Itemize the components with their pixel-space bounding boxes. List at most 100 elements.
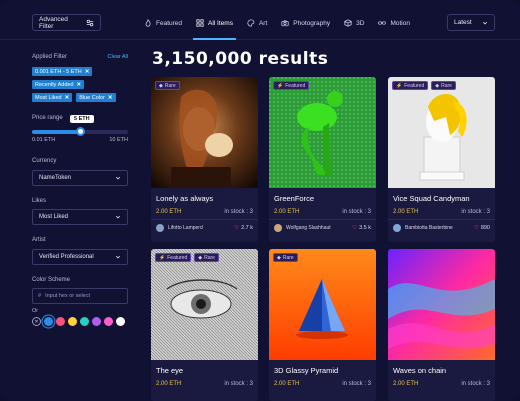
advanced-filter-label: Advanced Filter xyxy=(39,15,68,30)
or-label: Or xyxy=(32,308,39,314)
badge-group: ⚡ Featured xyxy=(273,81,310,90)
chevron-down-icon xyxy=(482,21,488,24)
filter-chip[interactable]: 0.001 ETH - 5 ETH ✕ xyxy=(32,67,93,76)
card-divider xyxy=(269,219,376,220)
tab-3d-label: 3D xyxy=(356,19,365,27)
app-frame: Advanced Filter Featured All Items Art P… xyxy=(0,0,520,401)
swatch-pink[interactable] xyxy=(56,317,65,326)
filter-chip-label: Recently Added xyxy=(35,81,74,88)
close-icon[interactable]: ✕ xyxy=(77,82,82,88)
flame-icon xyxy=(145,19,151,27)
price-slider[interactable] xyxy=(32,127,128,136)
nft-image: ⚡ Featured xyxy=(269,77,376,188)
nft-stock: in stock : 3 xyxy=(461,209,490,215)
price-slider-handle[interactable] xyxy=(76,127,85,136)
flame-icon: ⚡ xyxy=(159,254,166,261)
likes-label: Likes xyxy=(32,198,47,204)
likes-select[interactable]: Most Liked xyxy=(32,209,128,225)
palette-icon xyxy=(247,19,255,27)
price-max-label: 10 ETH xyxy=(109,137,128,143)
results-count: 3,150,000 results xyxy=(152,49,329,69)
price-tooltip: 5 ETH xyxy=(70,115,94,123)
diamond-icon: ◆ xyxy=(435,82,440,89)
chevron-down-icon xyxy=(115,215,121,219)
diamond-icon: ◆ xyxy=(277,254,281,261)
price-min-label: 0.01 ETH xyxy=(32,137,56,143)
tab-featured-label: Featured xyxy=(156,19,183,27)
color-hex-input[interactable]: # Input hex or select xyxy=(32,288,128,304)
swatch-magenta[interactable] xyxy=(104,317,113,326)
artist-label: Artist xyxy=(32,237,46,243)
nft-price: 2.00 ETH xyxy=(393,209,419,215)
nft-price: 2.00 ETH xyxy=(393,381,419,387)
nft-stock: in stock : 3 xyxy=(224,381,253,387)
filter-chip[interactable]: Recently Added ✕ xyxy=(32,80,85,89)
swatch-teal[interactable] xyxy=(80,317,89,326)
hash-icon: # xyxy=(38,293,42,299)
card-divider xyxy=(151,219,258,220)
tab-featured[interactable]: Featured xyxy=(144,13,182,33)
nft-price: 2.00 ETH xyxy=(274,381,300,387)
nft-card[interactable]: ◆ Rare Lonely as always 2.00 ETH in stock… xyxy=(151,77,258,242)
nft-title: The eye xyxy=(156,366,184,375)
featured-badge-label: Featured xyxy=(404,82,425,89)
advanced-filter-button[interactable]: Advanced Filter xyxy=(32,14,101,31)
likes-value: 2.7 k xyxy=(241,225,253,231)
applied-filter-chips: 0.001 ETH - 5 ETH ✕ Recently Added ✕ Most … xyxy=(32,67,128,102)
close-icon[interactable]: ✕ xyxy=(85,69,90,75)
swatch-white[interactable] xyxy=(116,317,125,326)
rare-badge-label: Rare xyxy=(164,82,176,89)
card-divider xyxy=(388,219,495,220)
swatch-purple[interactable] xyxy=(92,317,101,326)
color-scheme-label: Color Scheme xyxy=(32,277,71,283)
filter-chip-label: Most Liked xyxy=(35,94,62,101)
tab-motion[interactable]: Motion xyxy=(378,13,410,33)
likes-count[interactable]: ♡ 2.7 k xyxy=(234,224,253,232)
chevron-down-icon xyxy=(115,255,121,259)
nft-card[interactable]: ⚡ Featured ◆ Rare The eye 2.00 ETH in stoc… xyxy=(151,249,258,401)
currency-select[interactable]: NameToken xyxy=(32,170,128,186)
nft-card[interactable]: ◆ Rare 3D Glassy Pyramid 2.00 ETH in stoc… xyxy=(269,249,376,401)
no-color-icon[interactable]: ✕ xyxy=(32,317,41,326)
nft-stock: in stock : 3 xyxy=(342,209,371,215)
nft-owner[interactable]: Wolfgang Slashhaut xyxy=(274,224,331,232)
featured-badge-label: Featured xyxy=(167,254,188,261)
flame-icon: ⚡ xyxy=(277,82,284,89)
nft-owner[interactable]: Bambiotta Basterbine xyxy=(393,224,453,232)
rare-badge-label: Rare xyxy=(441,82,452,89)
nft-image: ⚡ Featured ◆ Rare xyxy=(151,249,258,360)
swatch-yellow[interactable] xyxy=(68,317,77,326)
close-icon[interactable]: ✕ xyxy=(108,95,113,101)
artist-select[interactable]: Verified Professional xyxy=(32,249,128,265)
glasses-icon xyxy=(378,21,387,25)
nft-image: ◆ Rare xyxy=(269,249,376,360)
camera-icon xyxy=(281,20,289,27)
close-icon[interactable]: ✕ xyxy=(65,95,70,101)
likes-count[interactable]: ♡ 890 xyxy=(474,224,490,232)
clear-all-link[interactable]: Clear All xyxy=(108,54,128,60)
tab-art[interactable]: Art xyxy=(247,13,267,33)
nft-price: 2.00 ETH xyxy=(156,209,182,215)
tab-photography[interactable]: Photography xyxy=(281,13,330,33)
sort-select[interactable]: Latest xyxy=(447,14,495,31)
swatch-blue[interactable] xyxy=(44,317,53,326)
nft-owner[interactable]: Lifotto Lamperd xyxy=(156,224,203,232)
tab-motion-label: Motion xyxy=(390,19,410,27)
owner-name: Bambiotta Basterbine xyxy=(405,225,453,231)
nft-price: 2.00 ETH xyxy=(274,209,300,215)
sort-select-value: Latest xyxy=(454,19,472,26)
nft-card[interactable]: ⚡ Featured GreenForce 2.00 ETH in stock :… xyxy=(269,77,376,242)
tab-all-items[interactable]: All Items xyxy=(193,13,236,40)
nft-card[interactable]: ⚡ Featured ◆ Rare Vice Squad Candyman 2.00… xyxy=(388,77,495,242)
likes-value: 890 xyxy=(480,225,490,231)
filter-chip[interactable]: Blue Color ✕ xyxy=(76,93,116,102)
color-hex-placeholder: Input hex or select xyxy=(45,293,91,299)
rare-badge: ◆ Rare xyxy=(431,81,456,90)
tab-photography-label: Photography xyxy=(293,19,331,27)
featured-badge: ⚡ Featured xyxy=(273,81,310,90)
likes-select-value: Most Liked xyxy=(39,214,69,220)
nft-card[interactable]: Waves on chain 2.00 ETH in stock : 3 xyxy=(388,249,495,401)
likes-count[interactable]: ♡ 3.5 k xyxy=(352,224,371,232)
filter-chip[interactable]: Most Liked ✕ xyxy=(32,93,73,102)
tab-3d[interactable]: 3D xyxy=(344,13,364,33)
